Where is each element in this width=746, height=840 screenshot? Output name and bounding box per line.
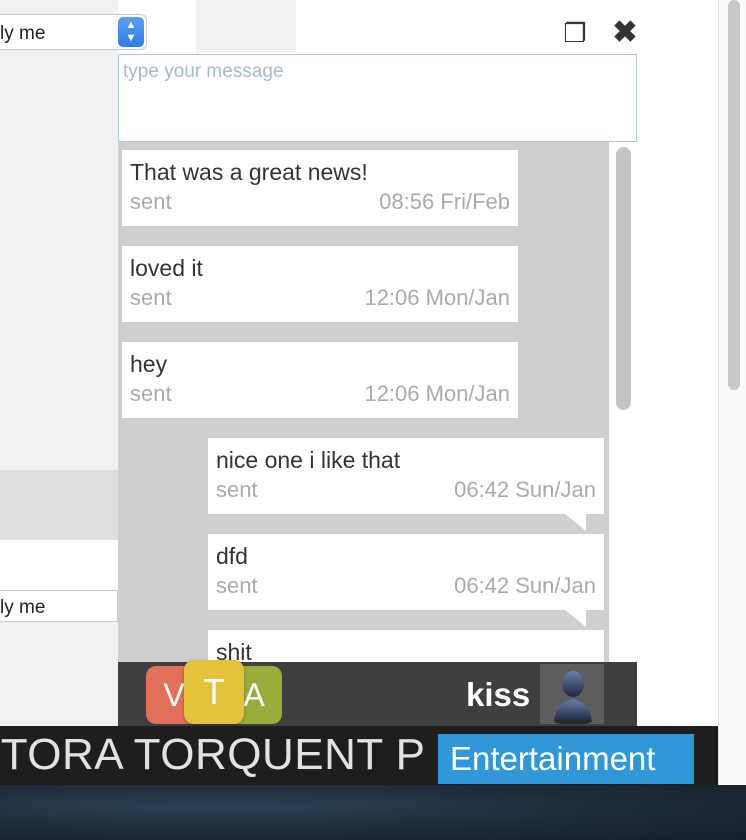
background-gray-band [0, 470, 118, 540]
background-image [0, 785, 746, 840]
text-button[interactable]: T [184, 660, 244, 724]
bubble-tail [564, 513, 586, 531]
message-time: 06:42 Sun/Jan [454, 573, 596, 598]
user-silhouette-icon [554, 671, 592, 724]
message-status: sent [130, 189, 172, 214]
close-icon[interactable]: ✖ [610, 18, 640, 48]
avatar[interactable] [540, 664, 604, 724]
bubble-tail [564, 609, 586, 627]
message-status: sent [130, 381, 172, 406]
background-lower-panel [0, 540, 118, 590]
message-input[interactable] [118, 54, 637, 142]
privacy-select-secondary[interactable]: ly me [0, 590, 118, 622]
page-scrollbar-thumb[interactable] [728, 0, 740, 390]
message-text: loved it [130, 255, 203, 281]
message-text: That was a great news! [130, 159, 368, 185]
message-time: 08:56 Fri/Feb [379, 189, 510, 214]
message-bubble: That was a great news! sent 08:56 Fri/Fe… [122, 150, 518, 226]
message-time: 12:06 Mon/Jan [364, 285, 510, 310]
message-text: nice one i like that [216, 447, 401, 473]
message-bubble: loved it sent 12:06 Mon/Jan [122, 246, 518, 322]
restore-window-icon[interactable]: ❐ [560, 18, 590, 48]
chat-username[interactable]: kiss [466, 676, 530, 714]
messages-list[interactable]: That was a great news! sent 08:56 Fri/Fe… [118, 142, 637, 662]
message-status: sent [216, 477, 258, 502]
chat-footer: V A T kiss [118, 660, 637, 726]
message-text: dfd [216, 543, 248, 569]
messages-scrollbar-thumb[interactable] [616, 147, 631, 410]
message-time: 06:42 Sun/Jan [454, 477, 596, 502]
ticker-text: ITORA TORQUENT P [0, 730, 426, 779]
message-bubble: nice one i like that sent 06:42 Sun/Jan [208, 438, 604, 531]
message-status: sent [216, 573, 258, 598]
message-time: 12:06 Mon/Jan [364, 381, 510, 406]
message-status: sent [130, 285, 172, 310]
news-ticker[interactable]: ITORA TORQUENT P Entertainment [0, 726, 718, 785]
message-text: shit [216, 639, 252, 662]
chat-window: ❐ ✖ That was a great news! sent 08:56 Fr… [118, 0, 638, 726]
message-text: hey [130, 351, 168, 377]
category-badge[interactable]: Entertainment [438, 734, 694, 784]
privacy-select-secondary-value: ly me [0, 597, 46, 618]
message-bubble: hey sent 12:06 Mon/Jan [122, 342, 518, 418]
message-bubble: shit [208, 630, 604, 662]
privacy-select-value: ly me [0, 23, 46, 44]
message-bubble: dfd sent 06:42 Sun/Jan [208, 534, 604, 627]
